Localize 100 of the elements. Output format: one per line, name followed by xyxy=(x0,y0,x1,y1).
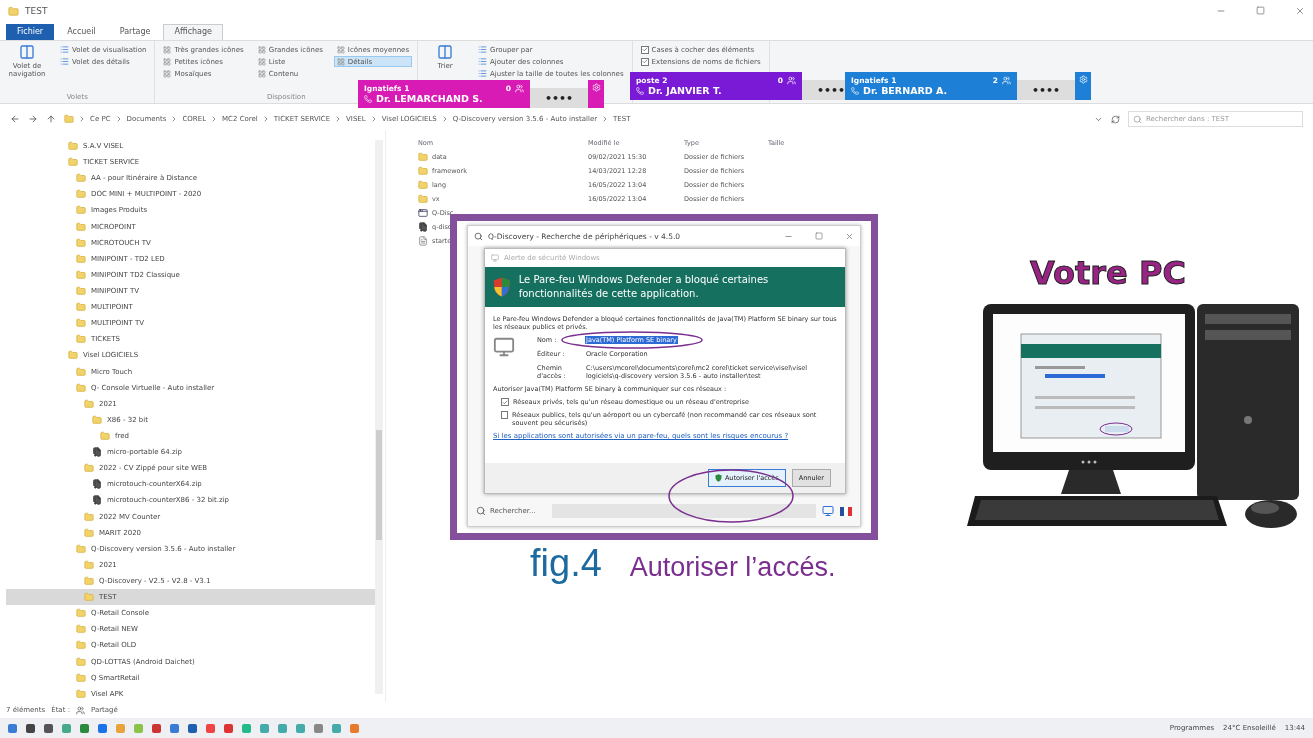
pc-title: Votre PC xyxy=(1030,254,1186,292)
folder-icon xyxy=(76,334,86,345)
users-icon xyxy=(76,705,85,715)
folder-icon xyxy=(76,640,86,651)
folder-icon xyxy=(76,656,86,667)
folder-icon xyxy=(68,141,78,152)
checkbox[interactable] xyxy=(640,57,649,66)
chevron-icon xyxy=(78,115,86,123)
list-icon xyxy=(478,45,488,54)
grid-icon xyxy=(336,57,345,66)
ribbon-tab[interactable]: Fichier xyxy=(6,24,55,40)
banner-text: Le Pare-feu Windows Defender a bloqué certaines fonctionnalités de cette application. xyxy=(518,273,770,301)
folder-icon xyxy=(84,511,94,522)
folder-icon xyxy=(92,414,102,425)
folder-icon xyxy=(8,5,19,17)
list-icon xyxy=(478,69,488,78)
masked-number: •••• xyxy=(1017,80,1075,100)
app-icon xyxy=(418,208,428,218)
close-icon[interactable] xyxy=(845,231,854,241)
search-icon xyxy=(474,231,483,241)
forward-icon[interactable] xyxy=(28,114,38,124)
folder-icon xyxy=(76,366,86,377)
close-icon[interactable] xyxy=(1295,6,1305,16)
users-icon xyxy=(1002,76,1011,85)
scrollbar-thumb[interactable] xyxy=(376,430,382,540)
folder-icon xyxy=(76,382,86,393)
monitor-icon[interactable] xyxy=(822,505,834,517)
back-icon[interactable] xyxy=(10,114,20,124)
network-checkbox[interactable] xyxy=(501,411,509,419)
folder-icon xyxy=(76,624,86,635)
folder-icon xyxy=(76,543,86,554)
folder-icon xyxy=(418,194,428,204)
grid-icon xyxy=(257,69,266,78)
folder-icon xyxy=(84,463,94,474)
ribbon-tab[interactable]: Affichage xyxy=(163,24,223,40)
folder-icon xyxy=(76,221,86,232)
refresh-icon[interactable] xyxy=(1111,114,1120,124)
folder-icon xyxy=(76,189,86,200)
doctor-name: Dr. BERNARD A. xyxy=(863,85,948,96)
search-icon xyxy=(1133,114,1142,124)
grid-icon xyxy=(163,69,172,78)
folder-icon xyxy=(84,559,94,570)
settings-button[interactable] xyxy=(588,80,604,108)
archive-icon xyxy=(92,495,102,506)
folder-icon xyxy=(76,672,86,683)
masked-number: •••• xyxy=(530,88,588,108)
folder-icon xyxy=(418,166,428,176)
search-icon xyxy=(476,506,486,516)
gear-icon xyxy=(1078,75,1088,84)
folder-icon xyxy=(76,253,86,264)
doctor-name: Dr. LEMARCHAND S. xyxy=(376,93,483,104)
phone-icon xyxy=(636,86,644,95)
grid-icon xyxy=(336,45,345,54)
folder-icon xyxy=(76,205,86,216)
folder-icon xyxy=(76,318,86,329)
shield-icon xyxy=(714,474,722,482)
archive-icon xyxy=(418,222,428,232)
archive-icon xyxy=(92,447,102,458)
network-checkbox[interactable] xyxy=(501,398,509,406)
folder-icon xyxy=(100,431,110,441)
users-icon xyxy=(787,76,796,85)
folder-icon xyxy=(76,173,86,184)
program-icon xyxy=(493,336,515,358)
folder-icon xyxy=(84,576,94,586)
ribbon-tab[interactable]: Partage xyxy=(108,24,162,40)
up-icon[interactable] xyxy=(46,114,56,124)
folder-icon xyxy=(418,152,428,162)
figure-caption: Autoriser l’accés. xyxy=(629,552,836,583)
file-icon xyxy=(418,236,428,246)
tick-icon xyxy=(502,398,508,406)
archive-icon xyxy=(92,479,102,490)
tick-icon xyxy=(641,46,648,53)
folder-icon xyxy=(76,286,86,297)
folder-icon xyxy=(84,398,94,409)
maximize-icon[interactable] xyxy=(815,231,823,240)
folder-icon xyxy=(68,350,78,361)
checkbox[interactable] xyxy=(640,45,649,54)
folder-icon xyxy=(64,114,74,124)
gear-icon xyxy=(591,83,601,92)
phone-icon xyxy=(851,86,859,95)
flag-icon xyxy=(840,506,852,516)
list-icon xyxy=(60,45,69,54)
ribbon-tab[interactable]: Accueil xyxy=(56,24,107,40)
window-title: TEST xyxy=(25,6,48,16)
grid-icon xyxy=(163,45,172,54)
grid-icon xyxy=(257,57,266,66)
settings-button[interactable] xyxy=(1075,72,1091,100)
folder-icon xyxy=(84,592,94,603)
users-icon xyxy=(515,84,524,93)
folder-icon xyxy=(76,237,86,248)
maximize-icon[interactable] xyxy=(1256,6,1265,15)
folder-icon xyxy=(76,608,86,619)
panel-icon xyxy=(19,44,35,60)
folder-icon xyxy=(68,157,78,168)
figure-number: fig.4 xyxy=(530,542,602,585)
tick-icon xyxy=(641,58,648,65)
grid-icon xyxy=(163,57,172,66)
folder-icon xyxy=(76,688,86,699)
folder-icon xyxy=(76,269,86,280)
panel-icon xyxy=(437,44,454,60)
